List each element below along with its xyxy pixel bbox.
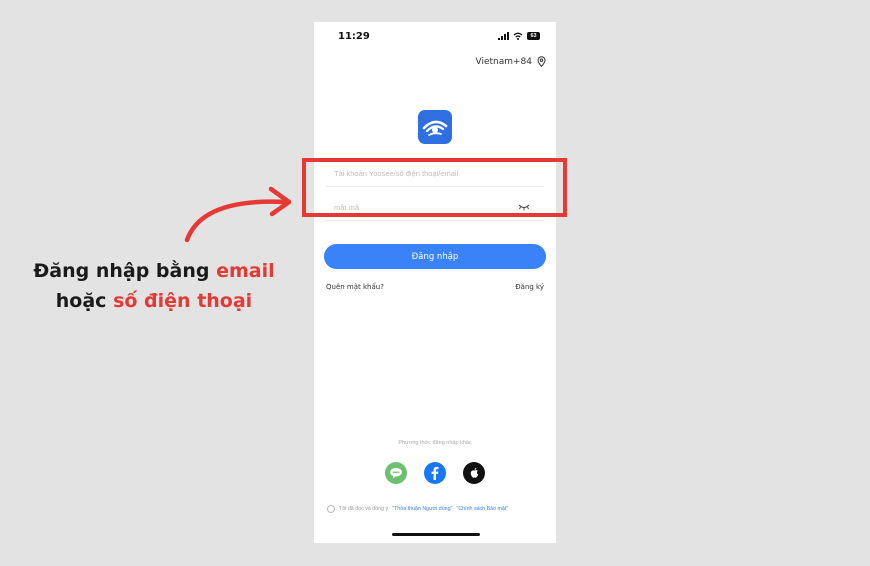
- apple-icon: [470, 467, 478, 478]
- terms-checkbox[interactable]: [327, 505, 335, 513]
- annotation-caption: Đăng nhập bằng email hoặc số điện thoại: [18, 256, 290, 316]
- privacy-policy-link[interactable]: "Chính sách Bảo mật": [456, 506, 508, 512]
- forgot-password-link[interactable]: Quên mật khẩu?: [326, 283, 384, 291]
- other-login-title: Phương thức đăng nhập khác: [398, 440, 472, 446]
- user-agreement-link[interactable]: "Thỏa thuận Người dùng": [392, 506, 452, 512]
- apple-login-button[interactable]: [463, 462, 485, 484]
- line-icon: [390, 467, 402, 479]
- wifi-icon: [513, 32, 523, 40]
- region-selector[interactable]: Vietnam+84: [475, 56, 546, 67]
- caption-line-1-prefix: Đăng nhập bằng: [33, 260, 210, 282]
- battery-icon: 63: [527, 32, 540, 40]
- line-login-button[interactable]: [385, 462, 407, 484]
- caption-email: email: [216, 260, 275, 282]
- caption-line-2: hoặc số điện thoại: [18, 286, 290, 316]
- home-indicator: [392, 533, 480, 536]
- terms-agreement: Tôi đã đọc và đồng ý "Thỏa thuận Người d…: [327, 505, 508, 513]
- region-label: Vietnam+84: [475, 56, 532, 67]
- location-pin-icon: [537, 56, 546, 67]
- yoosee-logo-icon: [422, 120, 448, 136]
- login-button[interactable]: Đăng nhập: [324, 244, 546, 269]
- status-time: 11:29: [338, 31, 370, 42]
- register-link[interactable]: Đăng ký: [515, 283, 544, 291]
- status-icons: 63: [498, 31, 540, 41]
- app-logo: [418, 110, 452, 144]
- facebook-login-button[interactable]: [424, 462, 446, 484]
- facebook-icon: [431, 466, 439, 480]
- caption-line-1: Đăng nhập bằng email: [18, 256, 290, 286]
- caption-line-2-prefix: hoặc: [55, 290, 107, 312]
- terms-prefix: Tôi đã đọc và đồng ý: [339, 506, 389, 512]
- highlight-box: [302, 158, 567, 217]
- arrow-icon: [184, 186, 292, 243]
- phone-screen: 11:29 63 Vietnam+84 Tài khoản Yoosee/số …: [314, 22, 556, 543]
- caption-phone: số điện thoại: [113, 290, 253, 312]
- battery-level: 63: [530, 33, 537, 39]
- signal-icon: [498, 32, 509, 40]
